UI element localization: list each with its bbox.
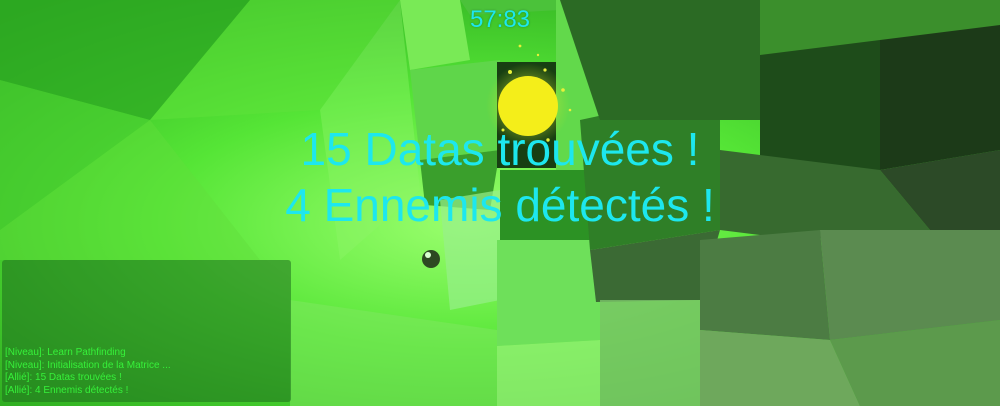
chat-line: [Allié]: 15 Datas trouvées ! bbox=[5, 372, 122, 383]
hud-message-enemies-detected: 4 Ennemis détectés ! bbox=[285, 179, 715, 231]
level-timer: 57:83 bbox=[469, 6, 531, 33]
chat-log-panel[interactable]: [Niveau]: Learn Pathfinding [Niveau]: In… bbox=[2, 260, 291, 402]
enemy-sphere bbox=[422, 250, 440, 268]
chat-log-lines: [Niveau]: Learn Pathfinding [Niveau]: In… bbox=[5, 347, 290, 397]
chat-line: [Niveau]: Learn Pathfinding bbox=[5, 347, 126, 358]
enemy-sphere-highlight bbox=[425, 252, 431, 258]
chat-line: [Allié]: 4 Ennemis détectés ! bbox=[5, 384, 129, 396]
hud-message-datas-found: 15 Datas trouvées ! bbox=[300, 123, 700, 175]
chat-line: [Niveau]: Initialisation de la Matrice .… bbox=[5, 359, 171, 371]
